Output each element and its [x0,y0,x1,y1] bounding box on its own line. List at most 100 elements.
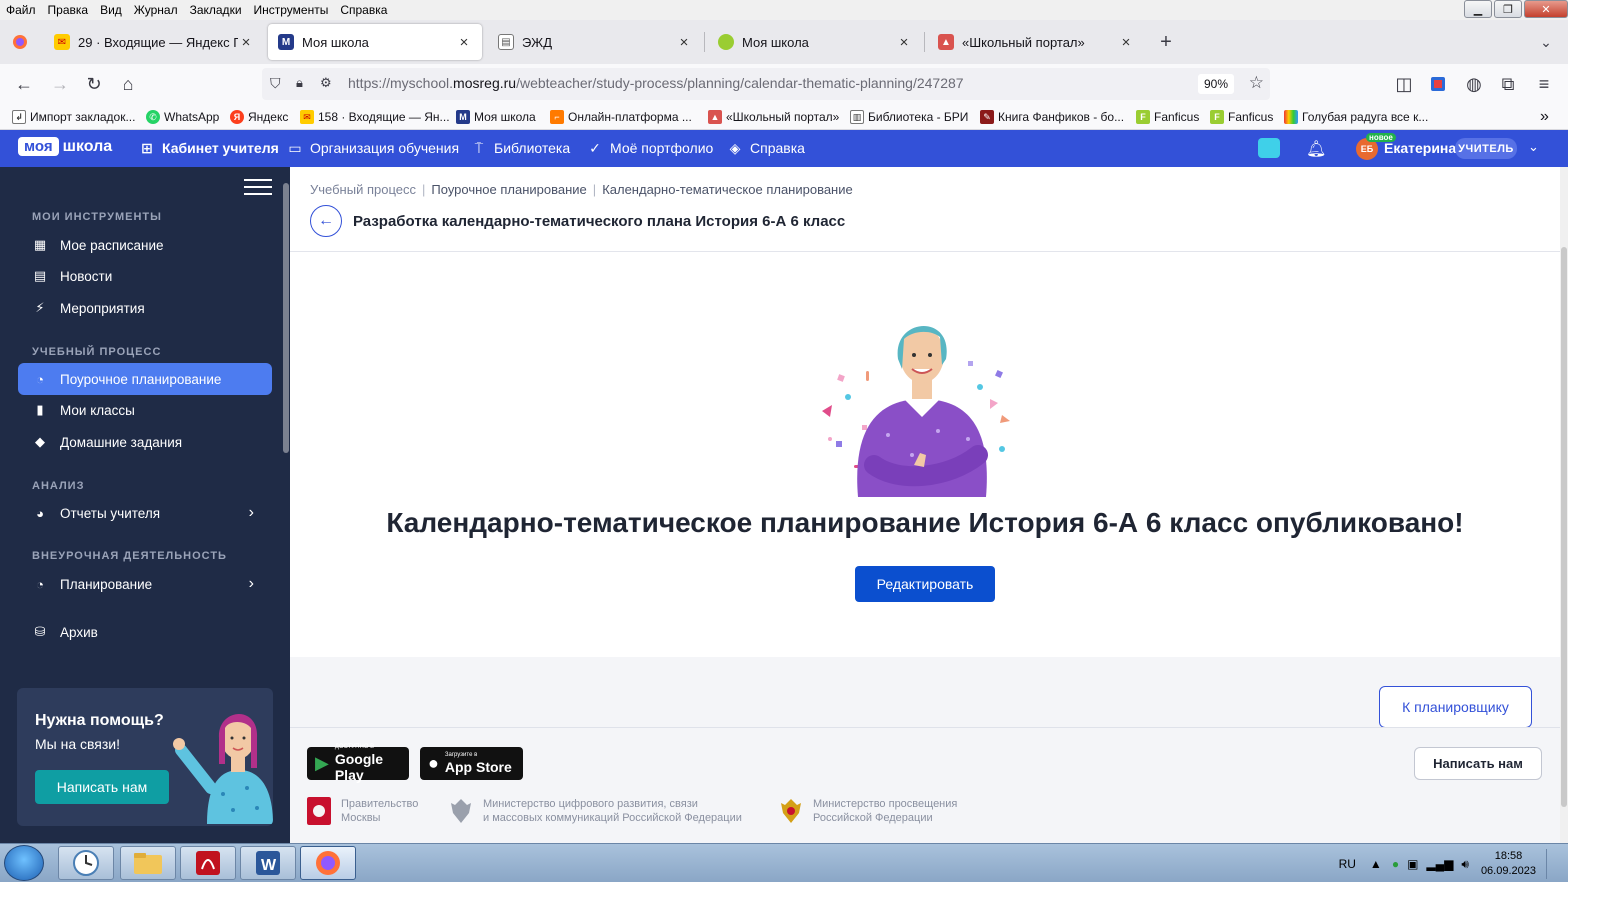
close-tab-icon[interactable]: × [1118,34,1134,51]
chevron-down-icon[interactable]: ⌄ [1528,139,1539,155]
nav-portfolio[interactable]: ✓ Моё портфолио [586,139,713,157]
close-tab-icon[interactable]: × [456,34,472,51]
role-badge[interactable]: УЧИТЕЛЬ [1455,138,1517,159]
sidebar-item-teacher-reports[interactable]: ◕ Отчеты учителя › [18,497,272,529]
bookmark-school-portal[interactable]: ▲ «Школьный портал» [708,108,839,126]
help-write-button[interactable]: Написать нам [35,770,169,804]
language-indicator[interactable]: RU [1339,857,1356,871]
security-icon[interactable]: ● [1392,857,1399,871]
system-clock[interactable]: 18:58 06.09.2023 [1481,849,1536,879]
menu-bookmarks[interactable]: Закладки [190,3,242,17]
breadcrumb-lesson-planning[interactable]: Поурочное планирование [431,182,586,197]
tab-ezhd[interactable]: ▤ ЭЖД × [488,24,702,60]
bookmark-whatsapp[interactable]: ✆ WhatsApp [146,108,219,126]
menu-view[interactable]: Вид [100,3,122,17]
edit-button[interactable]: Редактировать [855,566,995,602]
shield-icon[interactable]: ⛉ [270,75,281,92]
list-tabs-chevron-icon[interactable]: ⌄ [1534,30,1558,54]
firefox-view-icon[interactable] [8,30,32,54]
home-icon[interactable]: ⌂ [116,72,140,96]
hamburger-menu-icon[interactable]: ≡ [1532,72,1556,96]
app-store-badge[interactable]: ● Загрузите в App Store [420,747,523,780]
lock-icon[interactable]: 🔒︎ [296,75,303,91]
bookmark-yandex-mail[interactable]: ✉ 158 · Входящие — Ян... [300,108,450,126]
more-bookmarks-chevron-icon[interactable]: » [1540,108,1549,126]
device-icon[interactable]: ▣ [1407,857,1418,871]
google-play-badge[interactable]: ▶ ДОСТУПНО В Google Play [307,744,409,783]
breadcrumb-study-process[interactable]: Учебный процесс [310,182,416,197]
org-ministry-education[interactable]: Министерство просвещения Российской Федер… [779,797,957,825]
tab-school-portal[interactable]: ▲ «Школьный портал» × [928,24,1144,60]
star-bookmark-icon[interactable]: ☆ [1249,73,1264,93]
minimize-button[interactable]: ▁ [1464,0,1492,18]
close-window-button[interactable]: ✕ [1524,0,1568,18]
write-us-button[interactable]: Написать нам [1414,747,1542,780]
taskbar-pdf-reader[interactable] [180,846,236,880]
sidebar-item-archive[interactable]: ⛁ Архив [18,616,272,648]
collapse-menu-icon[interactable] [244,179,272,199]
nav-help[interactable]: ◈ Справка [726,139,805,157]
pocket-icon[interactable]: ◫ [1392,72,1416,96]
user-name[interactable]: Екатерина [1384,140,1456,156]
sidebar-item-my-classes[interactable]: ▮ Мои классы [18,394,272,426]
menu-history[interactable]: Журнал [134,3,178,17]
tab-yandex-mail[interactable]: ✉ 29 · Входящие — Яндекс Почта × [44,24,264,60]
bookmark-yandex[interactable]: Я Яндекс [230,108,288,126]
scrollbar-thumb[interactable] [1561,247,1567,807]
sidebar-item-homework[interactable]: ◆ Домашние задания [18,426,272,458]
chat-icon[interactable] [1258,138,1280,158]
tab-my-school-2[interactable]: Моя школа × [708,24,922,60]
org-ministry-digital[interactable]: Министерство цифрового развития, связи и … [449,797,742,825]
sidebar-scrollbar[interactable] [283,183,289,453]
show-hidden-icons-icon[interactable]: ▲ [1370,857,1382,871]
back-arrow-icon[interactable]: ← [12,72,36,96]
tab-my-school-active[interactable]: M Моя школа × [268,24,482,60]
bookmark-fanfic-book[interactable]: ✎ Книга Фанфиков - бо... [980,108,1124,126]
restore-button[interactable]: ❐ [1494,0,1522,18]
extensions-puzzle-icon[interactable]: ⧉ [1496,72,1520,96]
bookmark-library[interactable]: ▥ Библиотека - БРИ [850,108,968,126]
new-tab-button[interactable]: + [1154,30,1178,54]
sidebar-item-events[interactable]: ⚡︎ Мероприятия [18,292,272,324]
bookmark-fanficus-2[interactable]: F Fanficus [1210,108,1273,126]
extension-color-icon[interactable] [1426,72,1450,96]
zoom-level[interactable]: 90% [1197,74,1234,94]
menu-help[interactable]: Справка [340,3,387,17]
forward-arrow-icon[interactable]: → [48,72,72,96]
bookmark-fanficus-1[interactable]: F Fanficus [1136,108,1199,126]
menu-file[interactable]: Файл [6,3,36,17]
address-bar[interactable]: ⛉ 🔒︎ ⚙ https://myschool.mosreg.ru/webtea… [262,68,1270,100]
menu-tools[interactable]: Инструменты [254,3,329,17]
menu-edit[interactable]: Правка [48,3,89,17]
org-moscow-government[interactable]: Правительство Москвы [307,797,418,825]
show-desktop-button[interactable] [1546,849,1556,879]
windows-start-button[interactable] [4,845,44,881]
close-tab-icon[interactable]: × [238,34,254,51]
breadcrumb-calendar-planning[interactable]: Календарно-тематическое планирование [602,182,853,197]
page-scrollbar[interactable] [1560,167,1568,843]
my-school-logo[interactable]: моя школа [18,137,112,156]
bookmark-my-school[interactable]: M Моя школа [456,108,536,126]
globe-icon[interactable]: ◍ [1462,72,1486,96]
sidebar-item-schedule[interactable]: ▦ Мое расписание [18,229,272,261]
sidebar-item-extra-planning[interactable]: ◔ Планирование › [18,568,272,600]
to-planner-button[interactable]: К планировщику [1379,686,1532,728]
bookmark-rainbow[interactable]: Голубая радуга все к... [1284,108,1428,126]
taskbar-explorer[interactable] [120,846,176,880]
nav-organization[interactable]: ▭ Организация обучения [286,139,459,157]
taskbar-word[interactable]: W [240,846,296,880]
reload-icon[interactable]: ↻ [82,72,106,96]
nav-teacher-cabinet[interactable]: ⊞ Кабинет учителя [138,139,279,157]
back-button[interactable]: ← [310,205,342,237]
close-tab-icon[interactable]: × [896,34,912,51]
bookmark-online-platform[interactable]: ⌐ Онлайн-платформа ... [550,108,692,126]
volume-icon[interactable]: 🔊︎ [1461,857,1469,872]
sidebar-item-news[interactable]: ▤ Новости [18,260,272,292]
bookmark-import[interactable]: ↲ Импорт закладок... [12,108,135,126]
permissions-icon[interactable]: ⚙ [320,75,332,91]
sidebar-item-lesson-planning[interactable]: ◔ Поурочное планирование [18,363,272,395]
taskbar-firefox[interactable] [300,846,356,880]
taskbar-clock-app[interactable] [58,846,114,880]
network-signal-icon[interactable]: ▂▄▆ [1426,857,1453,871]
close-tab-icon[interactable]: × [676,34,692,51]
